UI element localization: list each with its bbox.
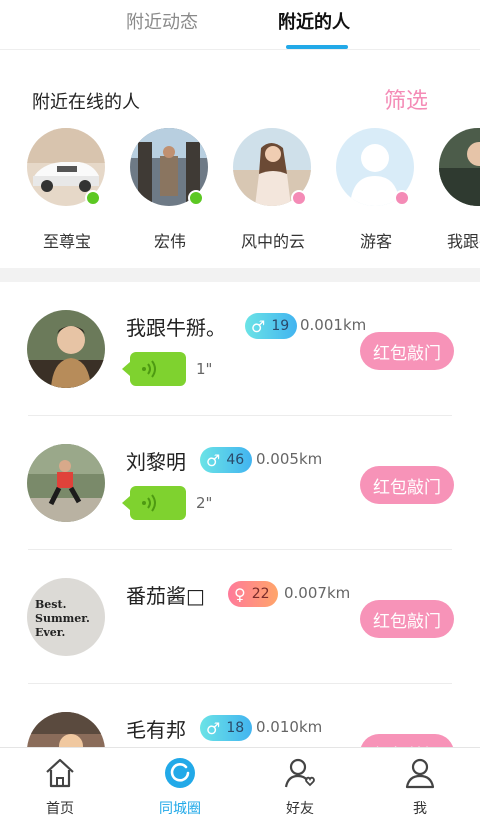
filter-button[interactable]: 筛选 <box>384 83 428 115</box>
female-icon: ♀ <box>234 584 246 604</box>
nav-label: 我 <box>413 801 427 817</box>
voice-duration: 2" <box>196 494 213 512</box>
age-value: 22 <box>251 586 270 602</box>
list-item[interactable]: Best. Summer. Ever. 番茄酱□ ♀ 22 0.007km 红包… <box>0 550 480 684</box>
online-person-name: 风中的云 <box>240 232 305 251</box>
avatar-text-line-3: Ever. <box>35 626 65 639</box>
avatar[interactable] <box>27 712 105 747</box>
profile-icon <box>405 758 435 789</box>
online-person-name: 宏伟 <box>153 232 186 251</box>
online-person[interactable]: 至尊宝 <box>27 128 107 251</box>
nav-item-me[interactable]: 我 <box>360 756 480 818</box>
distance-text: 0.007km <box>284 584 351 602</box>
voice-message-bubble[interactable] <box>122 352 186 386</box>
online-people-row[interactable]: 至尊宝 宏伟 风中的云 游客 我跟 <box>0 128 480 253</box>
online-status-dot <box>291 190 307 206</box>
tab-nearby-people[interactable]: 附近的人 <box>278 8 350 34</box>
red-packet-knock-button[interactable]: 红包敲门 <box>360 734 454 747</box>
age-value: 46 <box>226 452 245 468</box>
age-value: 19 <box>271 318 290 334</box>
gender-age-badge: ♂ 18 <box>200 715 253 741</box>
avatar[interactable]: Best. Summer. Ever. <box>27 578 105 656</box>
distance-text: 0.001km <box>300 316 367 334</box>
distance-text: 0.010km <box>256 718 323 736</box>
avatar-text-line-1: Best. <box>35 598 66 611</box>
online-section-header: 附近在线的人 筛选 <box>0 50 480 114</box>
nav-label: 好友 <box>286 801 314 817</box>
online-status-dot <box>394 190 410 206</box>
list-item[interactable]: 我跟牛掰。 ♂ 19 0.001km 1" 红包敲门 <box>0 282 480 416</box>
avatar-text-line-2: Summer. <box>35 612 90 625</box>
nearby-people-list: 我跟牛掰。 ♂ 19 0.001km 1" 红包敲门 刘黎明 ♂ 46 0.00… <box>0 282 480 747</box>
top-tab-bar: 附近动态 附近的人 <box>0 0 480 50</box>
voice-wave-icon <box>140 359 162 383</box>
nav-item-home[interactable]: 首页 <box>0 756 120 818</box>
section-separator <box>0 268 480 282</box>
bottom-nav: 首页 同城圈 好友 我 <box>0 747 480 820</box>
male-icon: ♂ <box>206 718 221 738</box>
voice-message-bubble[interactable] <box>122 486 186 520</box>
online-person-name: 至尊宝 <box>42 232 91 251</box>
avatar[interactable] <box>27 444 105 522</box>
list-item[interactable]: 毛有邦 ♂ 18 0.010km 红包敲门 <box>0 684 480 747</box>
online-person[interactable]: 风中的云 <box>233 128 313 251</box>
tab-nearby-posts[interactable]: 附近动态 <box>126 8 198 34</box>
male-icon: ♂ <box>251 316 266 336</box>
male-icon: ♂ <box>206 450 221 470</box>
gender-age-badge: ♂ 19 <box>245 313 298 339</box>
nav-label: 同城圈 <box>159 801 201 817</box>
distance-text: 0.005km <box>256 450 323 468</box>
gender-age-badge: ♂ 46 <box>200 447 253 473</box>
online-person[interactable]: 宏伟 <box>130 128 210 251</box>
online-status-dot <box>85 190 101 206</box>
online-person[interactable]: 我跟牛掰 <box>439 128 480 251</box>
gender-age-badge: ♀ 22 <box>228 581 278 607</box>
online-person-name: 我跟牛掰 <box>446 232 480 251</box>
online-person[interactable]: 游客 <box>336 128 416 251</box>
nav-item-friends[interactable]: 好友 <box>240 756 360 818</box>
user-name: 毛有邦 <box>126 718 186 742</box>
age-value: 18 <box>226 720 245 736</box>
nav-label: 首页 <box>46 801 74 817</box>
friend-icon <box>284 758 315 788</box>
app: 附近动态 附近的人 附近在线的人 筛选 至尊宝 宏伟 风中的云 游客 我跟 我跟… <box>0 0 480 820</box>
online-person-name: 游客 <box>359 232 392 251</box>
city-circle-icon <box>165 758 195 788</box>
list-item[interactable]: 刘黎明 ♂ 46 0.005km 2" 红包敲门 <box>0 416 480 550</box>
online-status-dot <box>188 190 204 206</box>
red-packet-knock-button[interactable]: 红包敲门 <box>360 332 454 370</box>
red-packet-knock-button[interactable]: 红包敲门 <box>360 600 454 638</box>
avatar <box>439 128 480 206</box>
home-icon <box>46 758 74 788</box>
avatar[interactable] <box>27 310 105 388</box>
nav-item-city-circle[interactable]: 同城圈 <box>120 756 240 818</box>
online-section-title: 附近在线的人 <box>32 92 140 113</box>
user-name: 番茄酱□ <box>126 584 205 608</box>
user-name: 我跟牛掰。 <box>126 316 226 340</box>
red-packet-knock-button[interactable]: 红包敲门 <box>360 466 454 504</box>
voice-duration: 1" <box>196 360 213 378</box>
tab-active-indicator <box>286 45 348 49</box>
user-name: 刘黎明 <box>126 450 186 474</box>
voice-wave-icon <box>140 493 162 517</box>
